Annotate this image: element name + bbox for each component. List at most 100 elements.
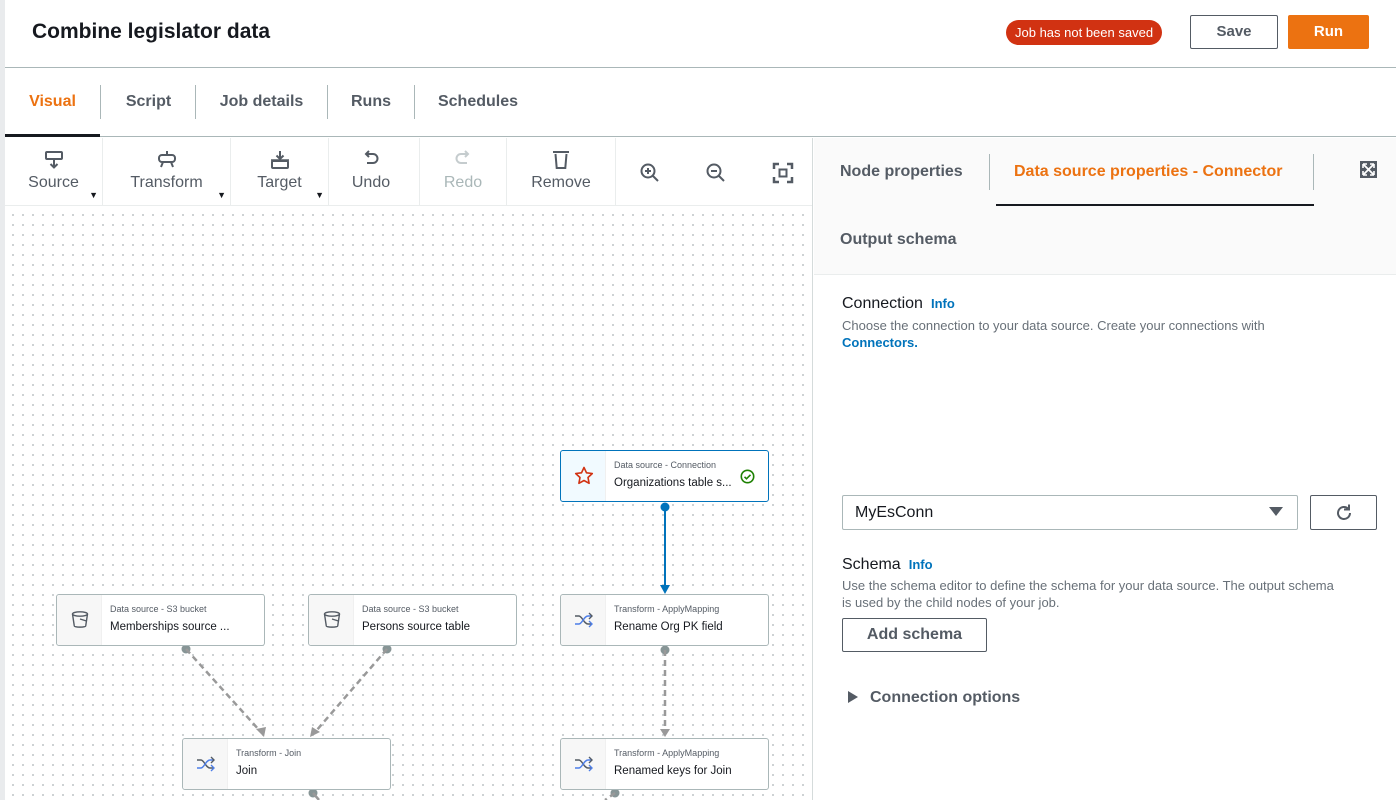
expand-panel-icon[interactable] [1360,161,1377,178]
connection-label: Connection [842,295,923,312]
page-header: Combine legislator data Job has not been… [5,0,1396,68]
node-type: Data source - Connection [614,460,717,470]
redo-button[interactable]: Redo [420,138,506,206]
zoom-out-icon[interactable] [705,162,727,184]
undo-icon [364,150,379,164]
run-button[interactable]: Run [1288,15,1369,49]
tab-node-properties[interactable]: Node properties [840,138,963,206]
transform-icon [157,151,176,168]
tab-divider [989,154,990,190]
schema-info-link[interactable]: Info [909,557,933,572]
redo-label: Redo [443,174,483,191]
redo-icon [455,150,470,164]
schema-label: Schema [842,556,901,573]
target-button[interactable]: Target ▼ [231,138,328,206]
undo-button[interactable]: Undo [329,138,413,206]
node-rename-org-pk[interactable]: Transform - ApplyMapping Rename Org PK f… [560,594,769,646]
connection-field-label: Connection Info [842,295,955,313]
panel-tabs: Node properties Data source properties -… [814,138,1396,206]
source-label: Source [28,174,79,191]
tab-data-source-properties[interactable]: Data source properties - Connector [1014,138,1283,206]
node-organizations-source[interactable]: Data source - Connection Organizations t… [560,450,769,502]
node-name: Organizations table s... [614,477,732,489]
source-icon [44,151,63,169]
bucket-icon [323,611,341,628]
output-schema-tab-row: Output schema [814,206,1396,275]
connector-star-icon [574,466,594,485]
tab-output-schema[interactable]: Output schema [840,231,956,249]
node-icon-area [561,595,606,645]
node-type: Data source - S3 bucket [110,604,207,614]
tab-script[interactable]: Script [101,68,196,136]
connector-form: Connection Info Choose the connection to … [814,275,1396,800]
tab-divider [1313,154,1314,190]
page-title: Combine legislator data [32,20,271,43]
connection-options-label: Connection options [870,689,1021,706]
connection-select-value: MyEsConn [855,504,934,521]
fit-to-screen-icon[interactable] [772,162,794,184]
bucket-icon [71,611,89,628]
status-badge: Job has not been saved [1006,20,1163,45]
node-name: Memberships source ... [110,621,230,633]
node-icon-area [183,739,228,789]
transform-button[interactable]: Transform ▼ [103,138,230,206]
connection-info-link[interactable]: Info [931,296,955,311]
glue-studio-job-editor: Combine legislator data Job has not been… [0,0,1396,800]
refresh-connections-button[interactable] [1310,495,1377,530]
node-join[interactable]: Transform - Join Join [182,738,391,790]
node-name: Rename Org PK field [614,621,723,633]
node-icon-area [57,595,102,645]
job-tabs: Visual Script Job details Runs Schedules [5,68,1396,137]
connectors-link[interactable]: Connectors. [842,335,918,350]
edge-renamed-keys-out[interactable] [604,788,620,800]
node-icon-area [561,451,606,501]
caret-down-icon: ▼ [315,190,324,200]
shuffle-icon [575,756,593,772]
tab-schedules[interactable]: Schedules [415,68,541,136]
connection-select[interactable]: MyEsConn [842,495,1298,530]
node-persons-source[interactable]: Data source - S3 bucket Persons source t… [308,594,517,646]
caret-right-icon [848,691,858,703]
tab-visual[interactable]: Visual [5,68,100,137]
schema-field-label: Schema Info [842,556,933,574]
graph-canvas[interactable]: Data source - Connection Organizations t… [5,207,812,800]
edge-persons-to-join[interactable] [310,644,392,738]
caret-down-icon: ▼ [217,190,226,200]
shuffle-icon [197,756,215,772]
node-type: Transform - ApplyMapping [614,748,720,758]
node-icon-area [309,595,354,645]
save-button[interactable]: Save [1190,15,1278,49]
connection-options-expander[interactable]: Connection options [848,689,1020,707]
shuffle-icon [575,612,593,628]
edge-join-out[interactable] [308,788,320,800]
toolbar-divider [615,138,616,206]
remove-button[interactable]: Remove [507,138,615,206]
add-schema-button[interactable]: Add schema [842,618,987,652]
visual-editor: Source ▼ Transform ▼ Target ▼ Undo Redo … [5,138,813,800]
trash-icon [553,151,569,169]
properties-panel: Node properties Data source properties -… [814,138,1396,800]
tab-job-details[interactable]: Job details [196,68,327,136]
node-renamed-keys[interactable]: Transform - ApplyMapping Renamed keys fo… [560,738,769,790]
target-label: Target [257,174,302,191]
caret-down-icon [1269,507,1283,516]
target-icon [270,151,289,169]
source-button[interactable]: Source ▼ [5,138,102,206]
node-name: Join [236,765,258,777]
remove-label: Remove [531,174,591,191]
node-memberships-source[interactable]: Data source - S3 bucket Memberships sour… [56,594,265,646]
node-icon-area [561,739,606,789]
node-name: Persons source table [362,621,471,633]
edge-rename-pk-to-renamed-keys[interactable] [660,645,670,738]
zoom-in-icon[interactable] [639,162,661,184]
node-type: Data source - S3 bucket [362,604,459,614]
check-circle-icon [740,469,755,484]
refresh-icon [1337,504,1351,520]
graph-edges [181,502,670,800]
node-type: Transform - Join [236,748,302,758]
connection-description: Choose the connection to your data sourc… [842,317,1342,351]
edge-memberships-to-join[interactable] [181,644,267,738]
schema-description: Use the schema editor to define the sche… [842,578,1334,610]
edge-orgs-to-rename-pk[interactable] [660,502,670,595]
tab-runs[interactable]: Runs [328,68,414,136]
